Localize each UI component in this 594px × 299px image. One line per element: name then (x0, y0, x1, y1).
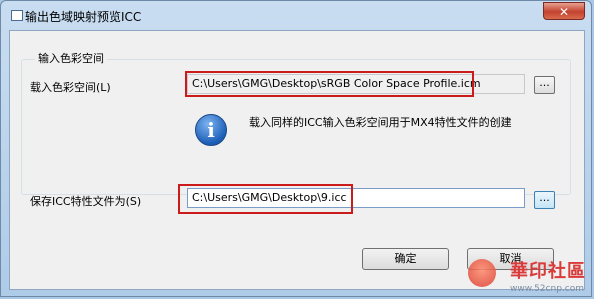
watermark-text: 華印社區 (510, 261, 586, 282)
ok-button[interactable]: 确定 (362, 248, 449, 270)
dialog-body: 输入色彩空间 载入色彩空间(L) C:\Users\GMG\Desktop\sR… (9, 30, 585, 290)
info-icon: i (195, 114, 227, 146)
highlight-box (185, 71, 474, 97)
watermark-url: www.52cnp.com (509, 284, 584, 294)
save-profile-label: 保存ICC特性文件为(S) (30, 195, 142, 208)
group-title: 输入色彩空间 (35, 50, 107, 66)
dialog-window: 输出色域映射预览ICC ✕ 输入色彩空间 载入色彩空间(L) C:\Users\… (0, 0, 592, 297)
info-message: 载入同样的ICC输入色彩空间用于MX4特性文件的创建 (249, 116, 512, 129)
highlight-box (178, 184, 353, 214)
title-bar[interactable]: 输出色域映射预览ICC ✕ (1, 1, 591, 29)
load-color-space-label: 载入色彩空间(L) (30, 81, 111, 94)
window-icon (11, 10, 23, 21)
browse-input-profile-button[interactable]: ... (534, 76, 555, 94)
watermark-logo-icon (468, 259, 496, 287)
window-title: 输出色域映射预览ICC (25, 10, 142, 24)
close-button[interactable]: ✕ (543, 2, 585, 20)
browse-save-profile-button[interactable]: ... (534, 191, 555, 209)
watermark: 華印社區 www.52cnp.com (468, 256, 590, 296)
